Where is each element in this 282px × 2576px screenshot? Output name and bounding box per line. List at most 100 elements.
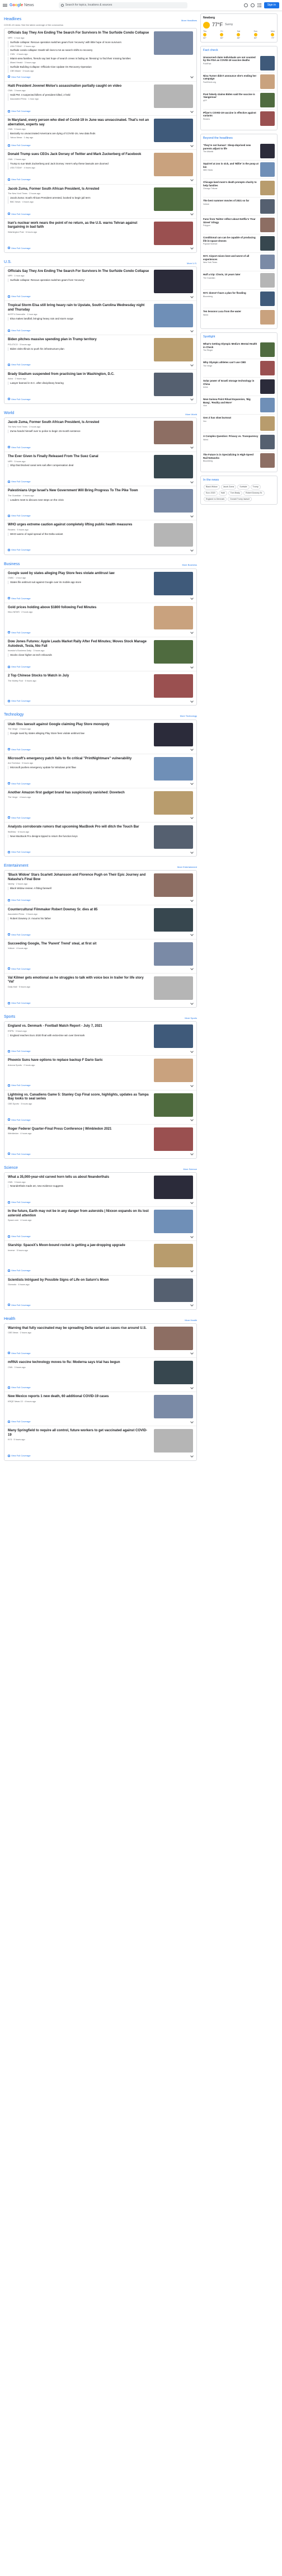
full-coverage-link[interactable]: View Full Coverage (8, 329, 31, 332)
lead-story[interactable]: Jacob Zuma, Former South African Preside… (8, 420, 193, 444)
side-story[interactable]: Solar power of Israeli storage technolog… (203, 378, 275, 397)
expand-chevron-icon[interactable] (190, 1001, 194, 1005)
story-headline[interactable]: New Mexico reports 1 new death, 60 addit… (8, 1395, 151, 1399)
lead-story[interactable]: Tropical Storm Elsa still bring heavy ra… (8, 304, 193, 328)
full-coverage-link[interactable]: View Full Coverage (8, 295, 31, 298)
related-story[interactable]: Zuma hands himself over to police to beg… (8, 430, 151, 434)
lead-story[interactable]: Scientists Intrigued by Possible Signs o… (8, 1278, 193, 1302)
story-headline[interactable]: Google sued by states alleging Play Stor… (8, 572, 151, 576)
expand-chevron-icon[interactable] (190, 294, 194, 298)
lead-story[interactable]: Haiti President Jovenel Moïse's assassin… (8, 84, 193, 108)
related-story[interactable]: Microsoft pushes emergency update for Wi… (8, 766, 151, 769)
lead-story[interactable]: 2 Top Chinese Stocks to Watch in July The… (8, 674, 193, 698)
lead-story[interactable]: New Mexico reports 1 new death, 60 addit… (8, 1395, 193, 1419)
side-story[interactable]: Pfizer's COVID-19 vaccine is effective a… (203, 110, 275, 128)
side-story-thumbnail[interactable] (260, 55, 275, 70)
lead-story[interactable]: 'Black Widow' Stars Scarlett Johansson a… (8, 873, 193, 897)
story-thumbnail[interactable] (154, 84, 193, 108)
lead-story[interactable]: The Ever Given Is Finally Released From … (8, 455, 193, 479)
side-story-headline[interactable]: Why Olympic athletes can't use CBD (203, 361, 258, 364)
story-headline[interactable]: Roger Federer Quarter-Final Press Confer… (8, 1127, 151, 1132)
full-coverage-link[interactable]: View Full Coverage (8, 1386, 31, 1389)
related-story[interactable]: Miami-area families, friends say last ho… (8, 57, 151, 64)
side-story-headline[interactable]: Ten lessons Luca from the water (203, 310, 258, 313)
story-thumbnail[interactable] (154, 269, 193, 293)
story-headline[interactable]: Iran's nuclear work nears the point of n… (8, 222, 151, 230)
lead-story[interactable]: Starship: SpaceX's Moon-bound rocket is … (8, 1244, 193, 1268)
section-more-link[interactable]: More Technology (180, 714, 197, 717)
lead-story[interactable]: Iran's nuclear work nears the point of n… (8, 221, 193, 245)
story-headline[interactable]: Dow Jones Futures: Apple Leads Market Ra… (8, 640, 151, 648)
full-coverage-link[interactable]: View Full Coverage (8, 548, 31, 551)
related-story[interactable]: Elsa makes landfall, bringing heavy rain… (8, 317, 151, 321)
expand-chevron-icon[interactable] (190, 1152, 194, 1156)
section-more-link[interactable]: More Health (185, 1319, 197, 1322)
expand-chevron-icon[interactable] (190, 1234, 194, 1238)
story-headline[interactable]: Another Amazon first gadget brand has su… (8, 791, 151, 796)
related-headline[interactable]: Robert Downey Jr. mourns his father (10, 917, 151, 920)
expand-chevron-icon[interactable] (190, 1049, 194, 1053)
story-headline[interactable]: Scientists Intrigued by Possible Signs o… (8, 1278, 151, 1283)
story-thumbnail[interactable] (154, 1244, 193, 1268)
story-headline[interactable]: Utah files lawsuit against Google claimi… (8, 723, 151, 727)
story-headline[interactable]: Tropical Storm Elsa still bring heavy ra… (8, 304, 151, 312)
full-coverage-link[interactable]: View Full Coverage (8, 782, 31, 785)
expand-chevron-icon[interactable] (190, 328, 194, 332)
expand-chevron-icon[interactable] (190, 816, 194, 820)
expand-chevron-icon[interactable] (190, 75, 194, 79)
expand-chevron-icon[interactable] (190, 699, 194, 703)
story-headline[interactable]: The Ever Given Is Finally Released From … (8, 455, 151, 459)
lead-story[interactable]: Analysts corroborate rumors that upcomin… (8, 825, 193, 849)
story-headline[interactable]: 'Black Widow' Stars Scarlett Johansson a… (8, 873, 151, 882)
full-coverage-link[interactable]: View Full Coverage (8, 1269, 31, 1272)
side-story-thumbnail[interactable] (260, 144, 275, 159)
story-headline[interactable]: Haiti President Jovenel Moïse's assassin… (8, 84, 151, 89)
lead-story[interactable]: WHO urges extreme caution against comple… (8, 523, 193, 547)
story-headline[interactable]: Biden pitches massive spending plan in T… (8, 338, 151, 342)
expand-chevron-icon[interactable] (190, 143, 194, 147)
full-coverage-link[interactable]: View Full Coverage (8, 110, 31, 112)
expand-chevron-icon[interactable] (190, 363, 194, 366)
expand-chevron-icon[interactable] (190, 397, 194, 401)
side-story[interactable]: New Guinea Point Ritual Expansion, 'Big … (203, 396, 275, 415)
lead-story[interactable]: Another Amazon first gadget brand has su… (8, 791, 193, 815)
story-headline[interactable]: Lightning vs. Canadiens Game 5: Stanley … (8, 1093, 151, 1102)
lead-story[interactable]: Officials Say They Are Ending The Search… (8, 31, 193, 73)
expand-chevron-icon[interactable] (190, 1385, 194, 1389)
side-story-headline[interactable]: Post falsely claims Biden said the vacci… (203, 93, 258, 99)
lead-story[interactable]: Dow Jones Futures: Apple Leads Market Ra… (8, 640, 193, 664)
related-headline[interactable]: Stocks close higher as tech rebounds (10, 654, 151, 657)
side-story[interactable]: Unsourced claim individuals are not coun… (203, 54, 275, 73)
related-story[interactable]: Basically no unvaccinated Americans are … (8, 132, 151, 139)
full-coverage-link[interactable]: View Full Coverage (8, 631, 31, 634)
side-story[interactable]: NYC Airport mixes best and worst of all … (203, 253, 275, 272)
related-story[interactable]: England reaches Euro 2020 final with ext… (8, 1033, 151, 1037)
full-coverage-link[interactable]: View Full Coverage (8, 748, 31, 751)
story-headline[interactable]: What a 35,000-year-old carved horn tells… (8, 1176, 151, 1180)
more-headlines-link[interactable]: More Headlines (181, 19, 197, 22)
section-more-link[interactable]: More World (185, 413, 197, 416)
story-headline[interactable]: Palestinians Urge Israel's New Governmen… (8, 489, 151, 493)
side-story-thumbnail[interactable] (260, 310, 275, 325)
related-story[interactable]: Jacob Zuma: South African President arre… (8, 196, 151, 204)
full-coverage-link[interactable]: View Full Coverage (8, 933, 31, 936)
full-coverage-link[interactable]: View Full Coverage (8, 1420, 31, 1423)
story-thumbnail[interactable] (154, 1429, 193, 1453)
side-story[interactable]: Squirrel at zoo is sick, and 'Billie' is… (203, 161, 275, 180)
expand-chevron-icon[interactable] (190, 480, 194, 483)
story-thumbnail[interactable] (154, 221, 193, 245)
full-coverage-link[interactable]: View Full Coverage (8, 1118, 31, 1121)
side-story-thumbnail[interactable] (260, 361, 275, 376)
side-story-headline[interactable]: Squirrel at zoo is sick, and 'Billie' is… (203, 162, 258, 168)
story-thumbnail[interactable] (154, 338, 193, 362)
section-title[interactable]: World (4, 411, 14, 416)
story-headline[interactable]: Jacob Zuma, Former South African Preside… (8, 421, 151, 425)
side-story-thumbnail[interactable] (260, 453, 275, 468)
side-story[interactable]: NYC doesn't have a plan for flooding Bloo… (203, 290, 275, 309)
full-coverage-link[interactable]: View Full Coverage (8, 480, 31, 483)
related-story[interactable]: New MacBook Pro designs tipped to return… (8, 834, 151, 838)
story-thumbnail[interactable] (154, 825, 193, 849)
expand-chevron-icon[interactable] (190, 548, 194, 552)
full-coverage-link[interactable]: View Full Coverage (8, 1153, 31, 1155)
story-thumbnail[interactable] (154, 942, 193, 966)
